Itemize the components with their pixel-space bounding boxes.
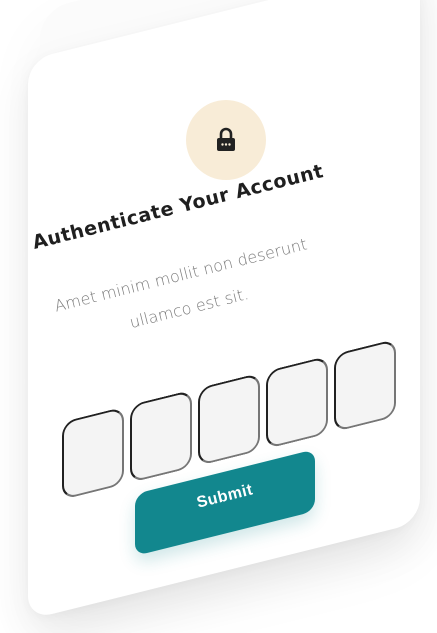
app-canvas: Authenticate Your Account Amet minim mol…	[0, 0, 437, 633]
code-input-5[interactable]	[334, 338, 396, 433]
submit-button[interactable]: Submit	[135, 449, 315, 556]
lock-badge	[186, 100, 266, 180]
code-input-4[interactable]	[266, 355, 328, 450]
code-input-1[interactable]	[62, 406, 124, 500]
lock-icon	[217, 127, 235, 151]
